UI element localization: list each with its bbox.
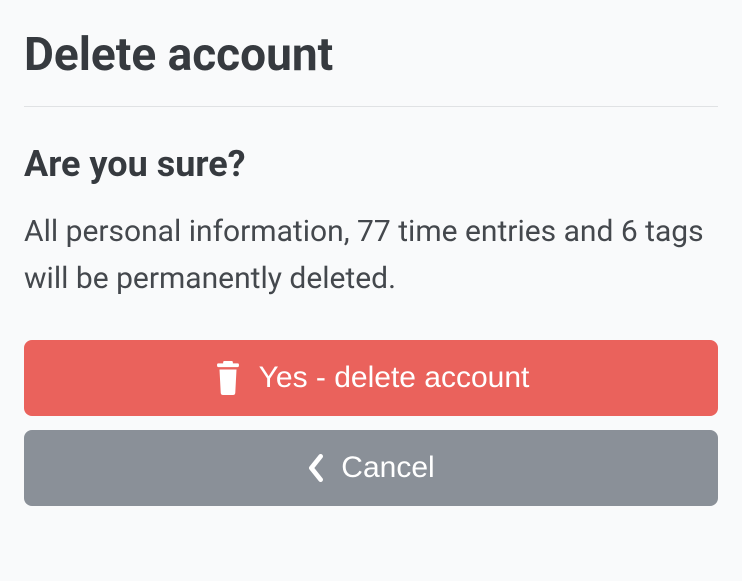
trash-icon: [213, 361, 243, 395]
page-title: Delete account: [24, 28, 718, 82]
delete-button-label: Yes - delete account: [259, 361, 530, 395]
delete-account-button[interactable]: Yes - delete account: [24, 340, 718, 416]
cancel-button[interactable]: Cancel: [24, 430, 718, 506]
chevron-left-icon: [307, 454, 325, 482]
confirm-body: All personal information, 77 time entrie…: [24, 209, 718, 302]
confirm-heading: Are you sure?: [24, 143, 718, 185]
divider: [24, 106, 718, 107]
cancel-button-label: Cancel: [341, 451, 434, 485]
